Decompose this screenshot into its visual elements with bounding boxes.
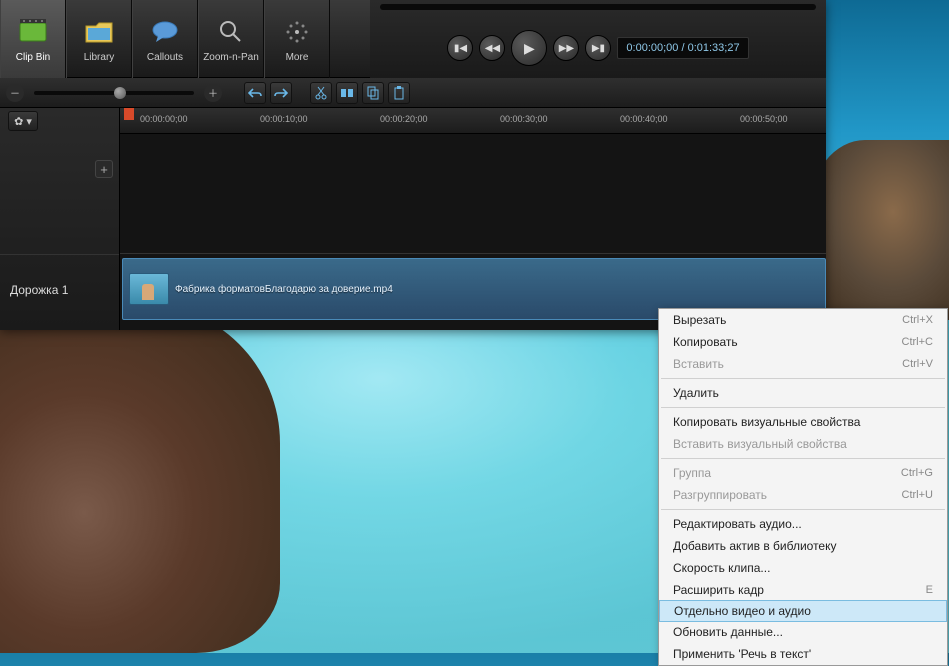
library-label: Library bbox=[84, 52, 115, 63]
menu-item-shortcut: E bbox=[926, 584, 933, 596]
menu-item[interactable]: Отдельно видео и аудио bbox=[659, 600, 947, 622]
ruler-tick: 00:00:40;00 bbox=[620, 114, 668, 124]
playhead-icon[interactable] bbox=[124, 108, 134, 120]
menu-separator bbox=[661, 407, 945, 408]
menu-item-label: Группа bbox=[673, 466, 711, 480]
menu-item-label: Разгруппировать bbox=[673, 488, 767, 502]
menu-item[interactable]: Удалить bbox=[659, 382, 947, 404]
track-panel: ✿ ▾ + Дорожка 1 bbox=[0, 108, 120, 330]
rewind-button[interactable]: ◀◀ bbox=[479, 35, 505, 61]
preview-controls: ▮◀ ◀◀ ▶ ▶▶ ▶▮ 0:00:00;00 / 0:01:33;27 bbox=[370, 0, 826, 78]
split-button[interactable] bbox=[336, 82, 358, 104]
menu-item: Вставить визуальный свойства bbox=[659, 433, 947, 455]
menu-item[interactable]: Обновить данные... bbox=[659, 621, 947, 643]
menu-item-label: Расширить кадр bbox=[673, 583, 764, 597]
menu-item-label: Отдельно видео и аудио bbox=[674, 604, 811, 618]
menu-item-label: Копировать визуальные свойства bbox=[673, 415, 860, 429]
menu-item-label: Редактировать аудио... bbox=[673, 517, 802, 531]
menu-item-shortcut: Ctrl+U bbox=[902, 489, 933, 501]
add-track-button[interactable]: + bbox=[95, 160, 113, 178]
library-icon bbox=[83, 16, 115, 48]
zoom-n-pan-tab[interactable]: Zoom-n-Pan bbox=[198, 0, 264, 78]
track-header[interactable]: Дорожка 1 bbox=[0, 254, 119, 324]
menu-item[interactable]: Применить 'Речь в текст' bbox=[659, 643, 947, 665]
menu-item[interactable]: Копировать визуальные свойства bbox=[659, 411, 947, 433]
menu-item-label: Удалить bbox=[673, 386, 719, 400]
menu-separator bbox=[661, 458, 945, 459]
timecode-display: 0:00:00;00 / 0:01:33;27 bbox=[617, 37, 748, 59]
next-frame-button[interactable]: ▶▮ bbox=[585, 35, 611, 61]
menu-item-label: Добавить актив в библиотеку bbox=[673, 539, 837, 553]
ruler-tick: 00:00:30;00 bbox=[500, 114, 548, 124]
zoom-slider[interactable] bbox=[34, 91, 194, 95]
callouts-label: Callouts bbox=[147, 52, 183, 63]
zoom-n-pan-label: Zoom-n-Pan bbox=[203, 52, 259, 63]
menu-item-shortcut: Ctrl+X bbox=[902, 314, 933, 326]
zoom-in-button[interactable]: ＋ bbox=[204, 84, 222, 102]
main-toolbar: Clip Bin Library Callouts Zoom-n-Pan Mor… bbox=[0, 0, 826, 78]
menu-item[interactable]: Добавить актив в библиотеку bbox=[659, 535, 947, 557]
clip-bin-icon bbox=[17, 16, 49, 48]
menu-item-label: Обновить данные... bbox=[673, 625, 783, 639]
clip-thumbnail bbox=[129, 273, 169, 305]
menu-item-label: Применить 'Речь в текст' bbox=[673, 647, 811, 661]
menu-item[interactable]: Расширить кадр E bbox=[659, 579, 947, 601]
menu-separator bbox=[661, 509, 945, 510]
track-area[interactable]: 00:00:00;00 00:00:10;00 00:00:20;00 00:0… bbox=[120, 108, 826, 330]
play-button[interactable]: ▶ bbox=[511, 30, 547, 66]
menu-item[interactable]: Копировать Ctrl+C bbox=[659, 331, 947, 353]
menu-item: Группа Ctrl+G bbox=[659, 462, 947, 484]
video-editor-window: Clip Bin Library Callouts Zoom-n-Pan Mor… bbox=[0, 0, 826, 330]
timeline-toolbar: － ＋ bbox=[0, 78, 826, 108]
menu-item-label: Вставить визуальный свойства bbox=[673, 437, 847, 451]
ruler-tick: 00:00:00;00 bbox=[140, 114, 188, 124]
ruler-tick: 00:00:10;00 bbox=[260, 114, 308, 124]
paste-button[interactable] bbox=[388, 82, 410, 104]
menu-separator bbox=[661, 378, 945, 379]
more-label: More bbox=[286, 52, 309, 63]
timeline: ✿ ▾ + Дорожка 1 00:00:00;00 00:00:10;00 … bbox=[0, 108, 826, 330]
callouts-tab[interactable]: Callouts bbox=[132, 0, 198, 78]
cut-button[interactable] bbox=[310, 82, 332, 104]
undo-button[interactable] bbox=[244, 82, 266, 104]
ruler-tick: 00:00:20;00 bbox=[380, 114, 428, 124]
callouts-icon bbox=[149, 16, 181, 48]
track-options-button[interactable]: ✿ ▾ bbox=[8, 111, 38, 131]
menu-item: Разгруппировать Ctrl+U bbox=[659, 484, 947, 506]
menu-item-label: Вырезать bbox=[673, 313, 726, 327]
clip-bin-tab[interactable]: Clip Bin bbox=[0, 0, 66, 78]
empty-track-row[interactable] bbox=[120, 134, 826, 254]
copy-button[interactable] bbox=[362, 82, 384, 104]
time-ruler[interactable]: 00:00:00;00 00:00:10;00 00:00:20;00 00:0… bbox=[120, 108, 826, 134]
clip-bin-label: Clip Bin bbox=[16, 52, 50, 63]
library-tab[interactable]: Library bbox=[66, 0, 132, 78]
more-icon bbox=[281, 16, 313, 48]
preview-scrubber[interactable] bbox=[380, 4, 816, 10]
menu-item: Вставить Ctrl+V bbox=[659, 353, 947, 375]
menu-item-shortcut: Ctrl+V bbox=[902, 358, 933, 370]
menu-item[interactable]: Скорость клипа... bbox=[659, 557, 947, 579]
track-label: Дорожка 1 bbox=[10, 283, 68, 297]
zoom-out-button[interactable]: － bbox=[6, 84, 24, 102]
redo-button[interactable] bbox=[270, 82, 292, 104]
menu-item[interactable]: Вырезать Ctrl+X bbox=[659, 309, 947, 331]
forward-button[interactable]: ▶▶ bbox=[553, 35, 579, 61]
zoom-n-pan-icon bbox=[215, 16, 247, 48]
ruler-tick: 00:00:50;00 bbox=[740, 114, 788, 124]
menu-item-shortcut: Ctrl+G bbox=[901, 467, 933, 479]
prev-frame-button[interactable]: ▮◀ bbox=[447, 35, 473, 61]
menu-item[interactable]: Редактировать аудио... bbox=[659, 513, 947, 535]
menu-item-label: Копировать bbox=[673, 335, 738, 349]
context-menu: Вырезать Ctrl+X Копировать Ctrl+C Вставить Ct… bbox=[658, 308, 948, 666]
more-tab[interactable]: More bbox=[264, 0, 330, 78]
menu-item-label: Скорость клипа... bbox=[673, 561, 770, 575]
menu-item-shortcut: Ctrl+C bbox=[902, 336, 933, 348]
menu-item-label: Вставить bbox=[673, 357, 724, 371]
